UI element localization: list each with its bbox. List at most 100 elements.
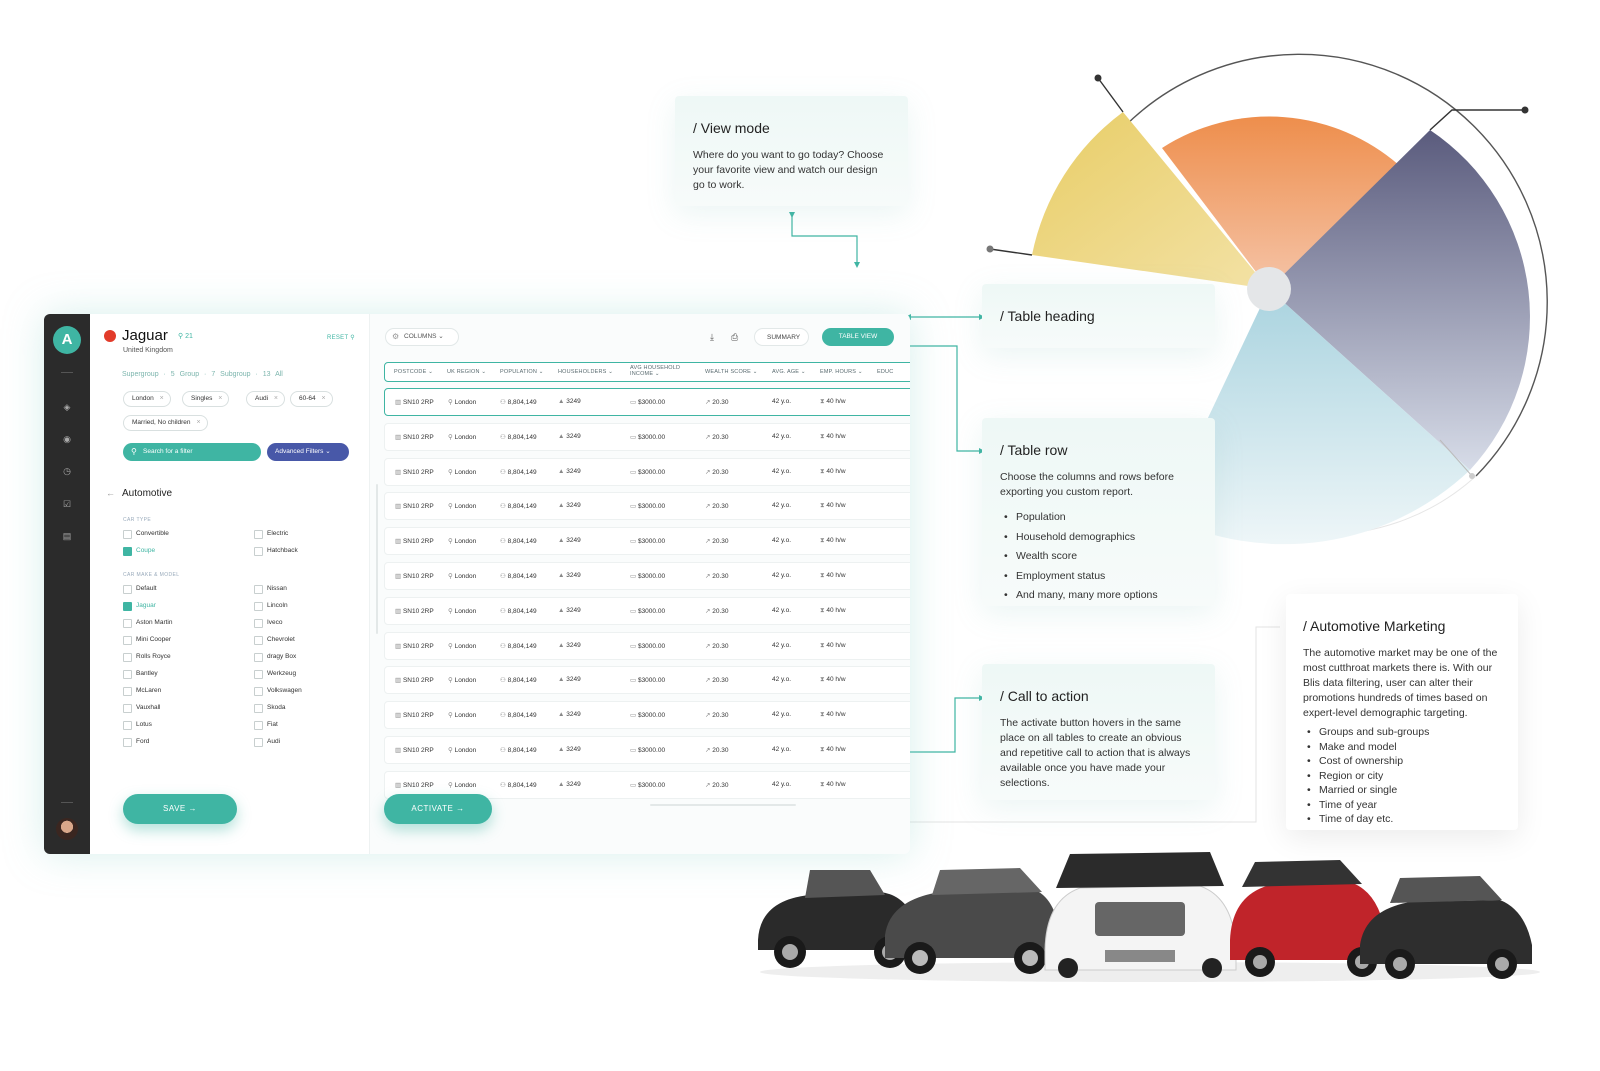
table-row[interactable]: ▥ SN10 2RP ⚲ London ⚇ 8,804,149 ▲ 3249 ▭ $30… (384, 701, 910, 730)
population-icon: ⚇ (500, 607, 508, 615)
checkbox-car-make[interactable]: Bantley (123, 669, 158, 679)
table-row[interactable]: ▥ SN10 2RP ⚲ London ⚇ 8,804,149 ▲ 3249 ▭ $30… (384, 562, 910, 590)
table-row[interactable]: ▥ SN10 2RP ⚲ London ⚇ 8,804,149 ▲ 3249 ▭ $30… (384, 527, 910, 556)
checkbox-car-make[interactable]: Aston Martin (123, 618, 173, 628)
columns-button[interactable]: ⚙ COLUMNS ⌄ (385, 328, 459, 346)
cell-value: 42 y.o. (772, 467, 792, 475)
cell-wealth: ↗ 20.30 (705, 676, 729, 684)
checkbox-car-make[interactable]: Lincoln (254, 601, 288, 611)
table-row[interactable]: ▥ SN10 2RP ⚲ London ⚇ 8,804,149 ▲ 3249 ▭ $30… (384, 388, 910, 416)
table-row[interactable]: ▥ SN10 2RP ⚲ London ⚇ 8,804,149 ▲ 3249 ▭ $30… (384, 457, 910, 486)
cell-region: ⚲ London (448, 398, 476, 406)
checkbox-car-make[interactable]: Werkzeug (254, 669, 296, 679)
reset-button[interactable]: RESET ⚲ (327, 334, 355, 341)
table-row[interactable]: ▥ SN10 2RP ⚲ London ⚇ 8,804,149 ▲ 3249 ▭ $30… (384, 422, 910, 451)
householders-icon: ▲ (558, 398, 567, 405)
checkbox-car-make[interactable]: Chevrolet (254, 635, 295, 645)
print-icon[interactable]: ⎙ (731, 332, 738, 343)
checkbox-car-make[interactable]: Mini Cooper (123, 635, 171, 645)
checklist-icon[interactable]: ☑ (62, 499, 72, 509)
column-header[interactable]: WEALTH SCORE ⌄ (705, 369, 758, 375)
callout-view-mode: / View mode Where do you want to go toda… (675, 96, 908, 206)
cube-icon[interactable]: ◈ (62, 402, 72, 412)
cell-postcode: ▥ SN10 2RP (395, 398, 434, 406)
column-header[interactable]: AVG. AGE ⌄ (772, 369, 806, 375)
checkbox-car-type[interactable]: Hatchback (254, 546, 298, 556)
cell-value: $3000.00 (637, 677, 666, 685)
checkbox-car-make[interactable]: Rolls Royce (123, 652, 171, 662)
filter-chip[interactable]: Audi (246, 391, 286, 407)
checkbox-car-make[interactable]: Jaguar (123, 601, 156, 611)
save-button[interactable]: SAVE → (123, 794, 237, 824)
filter-chip[interactable]: Married, No children (123, 415, 208, 431)
breadcrumb[interactable]: Supergroup · 5 Group · 7 Subgroup · 13 A… (122, 371, 283, 378)
checkbox-car-make[interactable]: Default (123, 584, 157, 594)
checkbox-car-make[interactable]: Fiat (254, 720, 278, 730)
cell-value: 40 h/w (826, 676, 846, 684)
table-row[interactable]: ▥ SN10 2RP ⚲ London ⚇ 8,804,149 ▲ 3249 ▭ $30… (384, 631, 910, 660)
householders-icon: ▲ (558, 572, 567, 579)
summary-button[interactable]: SUMMARY (754, 328, 810, 346)
checkbox-car-make[interactable]: Iveco (254, 618, 283, 628)
back-arrow-icon[interactable]: ← (106, 488, 115, 498)
list-item: Wealth score (1000, 547, 1197, 567)
column-header[interactable]: POPULATION ⌄ (500, 369, 544, 375)
checkbox-car-make[interactable]: Vauxhall (123, 703, 160, 713)
cell-value: 20.30 (712, 468, 729, 476)
cell-value: London (454, 503, 477, 511)
table-row[interactable]: ▥ SN10 2RP ⚲ London ⚇ 8,804,149 ▲ 3249 ▭ $30… (384, 596, 910, 625)
cell-hours: ⧗ 40 h/w (820, 781, 846, 789)
cell-value: SN10 2RP (402, 607, 434, 615)
user-avatar[interactable] (56, 818, 78, 840)
filter-chip[interactable]: London (123, 391, 171, 407)
list-item: Region or city (1303, 769, 1501, 784)
column-header[interactable]: UK REGION ⌄ (447, 369, 486, 375)
checkbox-car-make[interactable]: Ford (123, 737, 149, 747)
scrollbar[interactable] (376, 484, 378, 634)
cell-region: ⚲ London (448, 607, 476, 615)
table-row[interactable]: ▥ SN10 2RP ⚲ London ⚇ 8,804,149 ▲ 3249 ▭ $30… (384, 492, 910, 521)
table-view-button[interactable]: TABLE VIEW (822, 328, 894, 346)
householders-icon: ▲ (558, 432, 567, 440)
checkbox-car-make[interactable]: Volkswagen (254, 686, 302, 696)
checkbox-car-make[interactable]: Skoda (254, 703, 285, 713)
column-header[interactable]: POSTCODE ⌄ (394, 369, 433, 375)
app-logo-icon[interactable]: A (53, 326, 81, 354)
clock-icon[interactable]: ◷ (62, 466, 72, 476)
checkbox-car-make[interactable]: Audi (254, 737, 280, 747)
database-icon[interactable]: ▤ (62, 531, 72, 541)
checkbox-car-make[interactable]: Lotus (123, 720, 152, 730)
cell-value: 8,804,149 (507, 607, 537, 615)
column-header[interactable]: HOUSEHOLDERS ⌄ (558, 369, 613, 375)
filter-chip[interactable]: 60-64 (290, 391, 333, 407)
cell-income: ▭ $3000.00 (630, 781, 665, 789)
cell-value: London (454, 433, 477, 441)
checkbox-car-make[interactable]: Nissan (254, 584, 287, 594)
cell-income: ▭ $3000.00 (630, 433, 665, 441)
cell-value: 3249 (566, 641, 581, 649)
cell-value: 42 y.o. (772, 780, 792, 788)
activate-button[interactable]: ACTIVATE → (384, 794, 492, 824)
download-icon[interactable]: ⤓ (710, 332, 714, 343)
cell-value: 8,804,149 (507, 642, 537, 650)
cell-wealth: ↗ 20.30 (705, 502, 729, 510)
checkbox-car-type[interactable]: Coupe (123, 546, 155, 556)
column-header[interactable]: EMP. HOURS ⌄ (820, 369, 863, 375)
search-filter-button[interactable]: ⚲ Search for a filter (123, 443, 261, 461)
checkbox-car-type[interactable]: Electric (254, 529, 288, 539)
scrollbar[interactable] (650, 804, 796, 806)
table-row[interactable]: ▥ SN10 2RP ⚲ London ⚇ 8,804,149 ▲ 3249 ▭ $30… (384, 666, 910, 695)
filter-chip[interactable]: Singles (182, 391, 230, 407)
cell-value: SN10 2RP (402, 781, 434, 789)
column-header[interactable]: EDUC (877, 369, 893, 375)
checkbox-car-make[interactable]: McLaren (123, 686, 161, 696)
location-pin-icon[interactable]: ◉ (62, 434, 72, 444)
pie-slice-slate (1269, 130, 1530, 470)
checkbox-car-type[interactable]: Convertible (123, 529, 169, 539)
table-row[interactable]: ▥ SN10 2RP ⚲ London ⚇ 8,804,149 ▲ 3249 ▭ $30… (384, 736, 910, 764)
advanced-filters-button[interactable]: Advanced Filters ⌄ (267, 443, 349, 461)
cell-value: 8,804,149 (507, 433, 537, 441)
column-header[interactable]: AVG HOUSEHOLD INCOME ⌄ (630, 365, 690, 377)
cell-value: London (454, 573, 477, 580)
checkbox-car-make[interactable]: dragy Box (254, 652, 296, 662)
